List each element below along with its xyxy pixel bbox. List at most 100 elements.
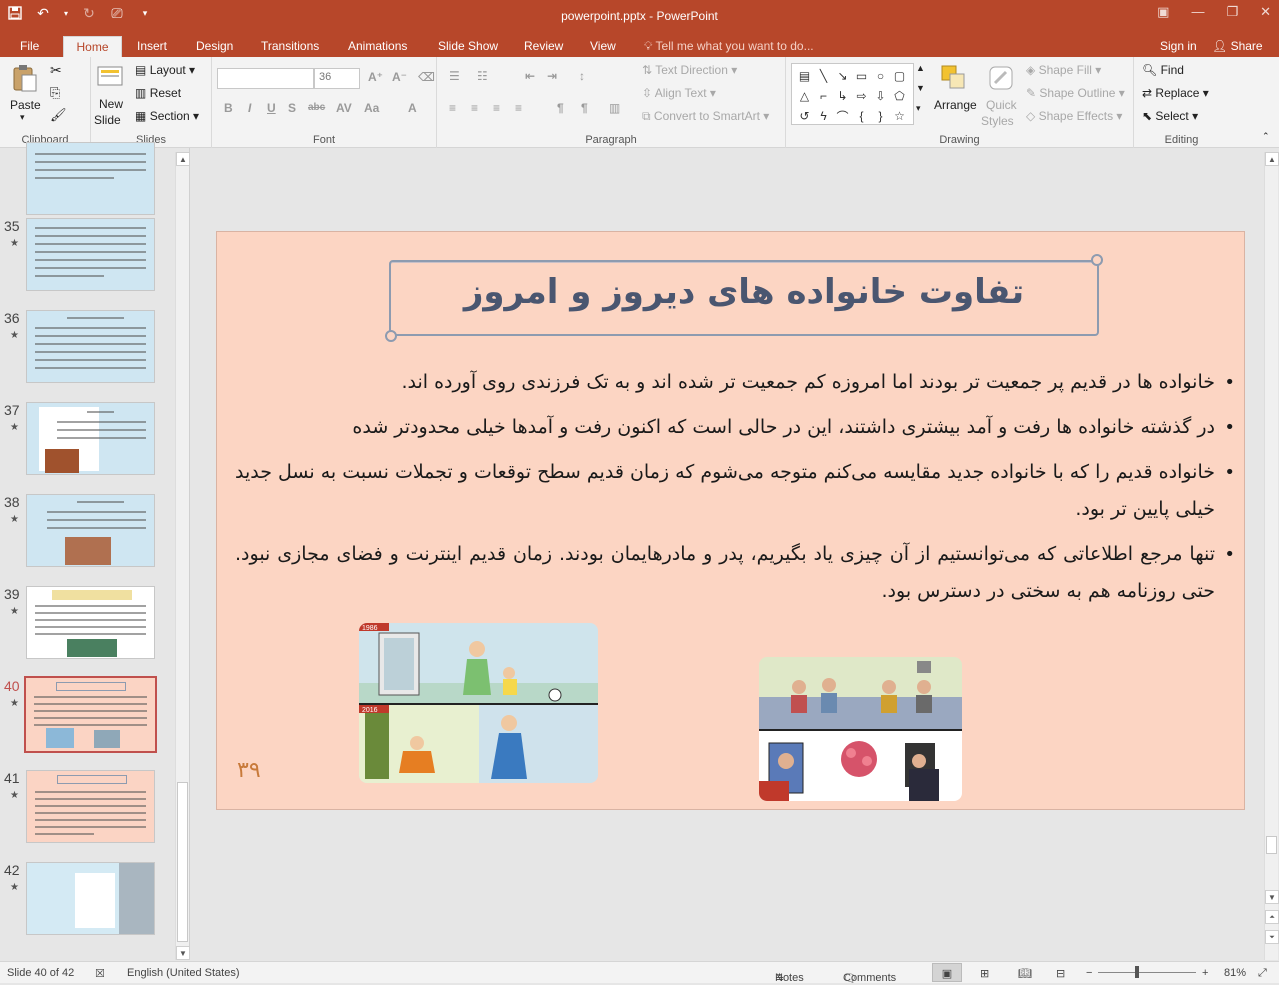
thumbnail-slide-38[interactable]: 38 ★ (0, 494, 175, 572)
tab-review[interactable]: Review (516, 36, 571, 57)
rectangle-shape-icon[interactable]: ▭ (852, 66, 871, 86)
previous-slide-icon[interactable]: ⏶ (1265, 910, 1279, 924)
cut-icon[interactable]: ✂ (50, 62, 62, 79)
bullets-icon[interactable]: ☰ (449, 69, 460, 83)
slide-sorter-icon[interactable]: ⊞ (980, 967, 989, 980)
star-shape-icon[interactable]: ☆ (890, 106, 909, 126)
tell-me-box[interactable]: 💡︎ Tell me what you want to do... (644, 36, 814, 56)
justify-icon[interactable]: ≡ (515, 101, 522, 115)
shapes-gallery[interactable]: ▤ ╲ ↘ ▭ ○ ▢ △ ⌐ ↳ ⇨ ⇩ ⬠ ↺ ϟ ⌒ { } ☆ (791, 63, 914, 125)
sign-in-link[interactable]: Sign in (1160, 36, 1197, 56)
thumbnail-slide-41[interactable]: 41 ★ (0, 770, 175, 848)
slide-scrollbar[interactable]: ▲ ▼ ⏶ ⏷ (1264, 152, 1279, 960)
minimize-icon[interactable]: — (1191, 4, 1204, 20)
elbow-arrow-icon[interactable]: ↳ (833, 86, 852, 106)
text-direction-button[interactable]: ⇅ Text Direction ▾ (642, 63, 737, 77)
scroll-down-icon[interactable]: ▼ (176, 946, 190, 960)
tab-view[interactable]: View (582, 36, 624, 57)
thumbnail-slide-42[interactable]: 42 ★ (0, 862, 175, 940)
textbox-shape-icon[interactable]: ▤ (795, 66, 814, 86)
ribbon-display-options-icon[interactable]: ▣ (1157, 4, 1169, 20)
arrow-shape-icon[interactable]: ↘ (833, 66, 852, 86)
normal-view-icon[interactable]: ▣ (932, 963, 962, 982)
brace-left-icon[interactable]: { (852, 106, 871, 126)
reading-view-icon[interactable]: 📖︎ (1018, 967, 1032, 980)
font-size-box[interactable]: 36 (314, 68, 360, 89)
font-name-box[interactable] (217, 68, 314, 89)
tab-transitions[interactable]: Transitions (253, 36, 327, 57)
copy-icon[interactable]: ⎘ (50, 85, 60, 101)
character-spacing-icon[interactable]: AV (336, 101, 352, 115)
zoom-level[interactable]: 81% (1224, 967, 1246, 979)
select-button[interactable]: ⬉ Select ▾ (1142, 109, 1198, 123)
rounded-rect-shape-icon[interactable]: ▢ (890, 66, 909, 86)
increase-font-icon[interactable]: A⁺ (368, 70, 383, 84)
line-shape-icon[interactable]: ╲ (814, 66, 833, 86)
find-button[interactable]: 🔍︎ Find (1142, 63, 1184, 77)
thumbnail-slide-40[interactable]: 40 ★ (0, 676, 175, 756)
section-button[interactable]: ▦ Section ▾ (135, 109, 199, 123)
shape-effects-button[interactable]: ◇ Shape Effects ▾ (1026, 109, 1122, 123)
squiggle-shape-icon[interactable]: ϟ (814, 106, 833, 126)
slide-show-icon[interactable]: ⊟ (1056, 967, 1065, 980)
brace-right-icon[interactable]: } (871, 106, 890, 126)
thumbnail-slide-35[interactable]: 35 ★ (0, 218, 175, 296)
increase-indent-icon[interactable]: ⇥ (547, 69, 557, 83)
curve-shape-icon[interactable]: ↺ (795, 106, 814, 126)
freeform-shape-icon[interactable]: ⬠ (890, 86, 909, 106)
thumbnail-slide-36[interactable]: 36 ★ (0, 310, 175, 388)
next-slide-icon[interactable]: ⏷ (1265, 930, 1279, 944)
decrease-font-icon[interactable]: A⁻ (392, 70, 407, 84)
fit-to-window-icon[interactable]: ⤢ (1258, 967, 1267, 980)
zoom-slider[interactable] (1098, 972, 1196, 973)
bold-icon[interactable]: B (224, 101, 233, 115)
decrease-indent-icon[interactable]: ⇤ (525, 69, 535, 83)
oval-shape-icon[interactable]: ○ (871, 66, 890, 86)
triangle-shape-icon[interactable]: △ (795, 86, 814, 106)
shape-outline-button[interactable]: ✎ Shape Outline ▾ (1026, 86, 1125, 100)
align-left-icon[interactable]: ≡ (449, 101, 456, 115)
shape-fill-button[interactable]: ◈ Shape Fill ▾ (1026, 63, 1101, 77)
scroll-thumb[interactable] (177, 782, 188, 942)
thumbnail-slide-34[interactable] (0, 142, 175, 220)
gallery-up-icon[interactable]: ▲ (916, 63, 925, 73)
zoom-slider-thumb[interactable] (1135, 966, 1139, 978)
ltr-icon[interactable]: ¶ (581, 101, 588, 115)
spell-check-icon[interactable]: ☒ (95, 967, 105, 980)
tab-animations[interactable]: Animations (340, 36, 415, 57)
thumbnail-slide-39[interactable]: 39 ★ (0, 586, 175, 664)
maximize-icon[interactable]: ❐ (1226, 4, 1238, 20)
strikethrough-icon[interactable]: abc (308, 102, 325, 113)
zoom-out-icon[interactable]: − (1086, 967, 1092, 979)
font-color-icon[interactable]: A (408, 101, 417, 115)
tab-slide-show[interactable]: Slide Show (430, 36, 506, 57)
replace-button[interactable]: ⇄ Replace ▾ (1142, 86, 1209, 100)
comparison-cartoon-image[interactable]: 1986 2016 (359, 623, 598, 783)
align-center-icon[interactable]: ≡ (471, 101, 478, 115)
tab-insert[interactable]: Insert (129, 36, 175, 57)
gallery-more-icon[interactable]: ▾ (916, 103, 921, 114)
shadow-icon[interactable]: S (288, 101, 296, 115)
underline-icon[interactable]: U (267, 101, 276, 115)
rtl-icon[interactable]: ¶ (557, 101, 564, 115)
right-arrow-shape-icon[interactable]: ⇨ (852, 86, 871, 106)
layout-button[interactable]: ▤ Layout ▾ (135, 63, 195, 77)
family-cartoon-image[interactable] (759, 657, 962, 801)
reset-button[interactable]: ▥ Reset (135, 86, 181, 100)
collapse-ribbon-icon[interactable]: ⌃ (1262, 131, 1270, 142)
slide-canvas[interactable]: تفاوت خانواده های دیروز و امروز خانواده … (216, 231, 1245, 810)
gallery-down-icon[interactable]: ▼ (916, 83, 925, 93)
title-placeholder[interactable]: تفاوت خانواده های دیروز و امروز (385, 254, 1103, 342)
convert-smartart-button[interactable]: ⧉ Convert to SmartArt ▾ (642, 109, 769, 124)
elbow-connector-icon[interactable]: ⌐ (814, 86, 833, 106)
scroll-up-icon[interactable]: ▲ (176, 152, 190, 166)
tab-home[interactable]: Home (63, 36, 122, 57)
line-spacing-icon[interactable]: ↕ (579, 69, 585, 83)
tab-file[interactable]: File (12, 36, 47, 57)
arc-shape-icon[interactable]: ⌒ (833, 106, 852, 126)
scroll-thumb[interactable] (1266, 836, 1277, 854)
thumbnail-slide-37[interactable]: 37 ★ (0, 402, 175, 480)
italic-icon[interactable]: I (248, 101, 251, 115)
down-arrow-shape-icon[interactable]: ⇩ (871, 86, 890, 106)
share-button[interactable]: 👤︎ Share (1212, 36, 1263, 56)
